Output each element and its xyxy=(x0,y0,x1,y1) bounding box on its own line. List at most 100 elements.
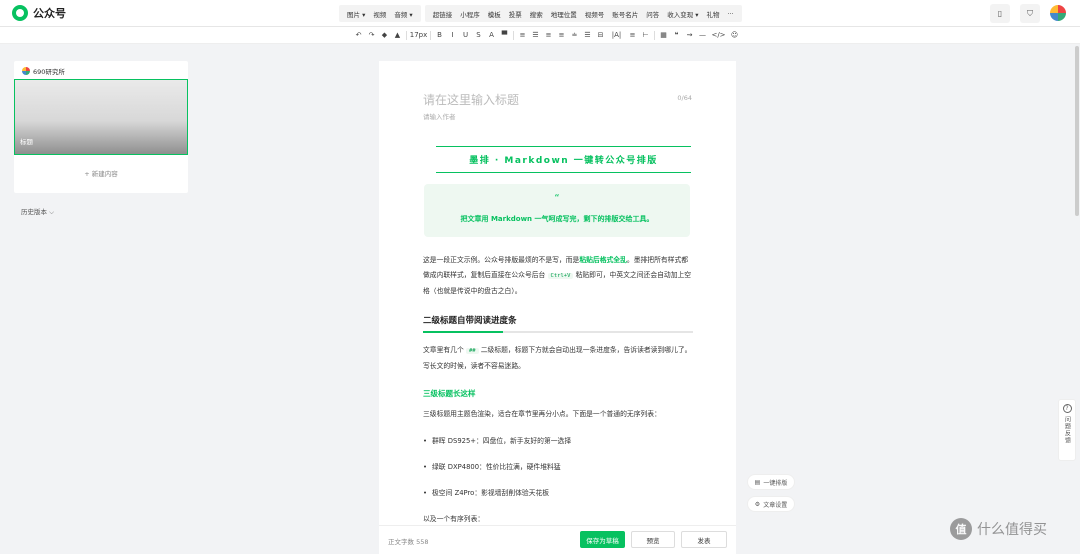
watermark-logo: 值 xyxy=(950,518,972,540)
format-toolbar: ↶ ↷ ◆ ▲ 17px B I U S A ▀ ≡ ☰ ≡ ≡ ≐ ☰ ⊟ |A| ≡ ⊢ ▦ ❝ ⇝ — </> ☺ xyxy=(0,27,1080,44)
word-count: 正文字数 558 xyxy=(388,538,429,546)
align-left-icon[interactable]: ≡ xyxy=(626,29,639,42)
menu-audio[interactable]: 音频 ▾ xyxy=(390,9,416,19)
feedback-button[interactable]: ? 问题反馈 xyxy=(1058,399,1076,461)
menu-account-card[interactable]: 账号名片 xyxy=(608,9,642,19)
title-input[interactable]: 请在这里输入标题 xyxy=(423,91,519,108)
quote-icon[interactable]: ❝ xyxy=(670,29,683,42)
menu-video[interactable]: 视频 xyxy=(369,9,390,19)
inline-code: ## xyxy=(465,348,479,354)
app-logo[interactable]: 公众号 xyxy=(12,5,66,21)
question-icon: ? xyxy=(1062,404,1072,413)
article-list-card: 690研究所 标题 + 新建内容 xyxy=(14,61,188,193)
editor-footer: 正文字数 558 保存为草稿 预览 发表 xyxy=(379,525,736,554)
settings-icon: ⚙ xyxy=(754,500,761,508)
redo-icon[interactable]: ↷ xyxy=(365,29,378,42)
format-tools: ↶ ↷ ◆ ▲ 17px B I U S A ▀ ≡ ☰ ≡ ≡ ≐ ☰ ⊟ |A| ≡ ⊢ ▦ ❝ ⇝ — </> ☺ xyxy=(352,29,741,42)
save-draft-button[interactable]: 保存为草稿 xyxy=(580,531,625,548)
menu-vote[interactable]: 投票 xyxy=(505,9,526,19)
page-scrollbar[interactable] xyxy=(1075,46,1079,216)
author-input[interactable]: 请输入作者 xyxy=(423,111,456,121)
preview-button[interactable]: 预览 xyxy=(631,531,675,548)
paragraph-h3: 三级标题用主题色渲染，适合在章节里再分小点。下面是一个普通的无序列表： xyxy=(423,410,661,418)
banner-heading: 墨排 · Markdown 一键转公众号排版 xyxy=(436,146,691,173)
background-color-icon[interactable]: ▀ xyxy=(498,29,511,42)
outdent-icon[interactable]: ⊢ xyxy=(639,29,652,42)
undo-icon[interactable]: ↶ xyxy=(352,29,365,42)
history-version-button[interactable]: 历史版本 ⌵ xyxy=(21,206,54,217)
title-char-count: 0/64 xyxy=(677,94,692,102)
media-menu-group: 图片 ▾ 视频 音频 ▾ xyxy=(339,5,421,22)
top-bar: 公众号 图片 ▾ 视频 音频 ▾ 超链接 小程序 模板 投票 搜索 地理位置 视… xyxy=(0,0,1080,27)
quote-icon: “ xyxy=(554,193,560,204)
format-painter-icon[interactable]: ▲ xyxy=(391,29,404,42)
line-height-icon[interactable]: ≡ xyxy=(555,29,568,42)
format-icon: ▤ xyxy=(754,478,761,486)
link-icon[interactable]: ⇝ xyxy=(683,29,696,42)
top-right-actions: ▯ ⛉ xyxy=(990,4,1066,23)
inline-code: Ctrl+V xyxy=(547,273,574,279)
align-icon[interactable]: ≡ xyxy=(516,29,529,42)
paragraph-intro: 这是一段正文示例。公众号排版最烦的不是写，而是粘贴后格式全乱。墨排把所有样式都做… xyxy=(423,256,692,295)
toolbar-divider xyxy=(654,31,655,40)
indent-icon[interactable]: ≡ xyxy=(542,29,555,42)
menu-link[interactable]: 超链接 xyxy=(429,9,457,19)
letter-spacing-icon[interactable]: ☰ xyxy=(581,29,594,42)
text-width-icon[interactable]: |A| xyxy=(607,29,626,42)
menu-template[interactable]: 模板 xyxy=(484,9,505,19)
strikethrough-icon[interactable]: S xyxy=(472,29,485,42)
menu-gift[interactable]: 礼物 xyxy=(703,9,724,19)
article-thumbnail[interactable]: 标题 xyxy=(14,79,188,155)
blockquote: “ 把文章用 Markdown 一气呵成写完，剩下的排版交给工具。 xyxy=(424,184,690,237)
heading-h2: 二级标题自带阅读进度条 xyxy=(423,316,517,326)
list-item: 极空间 Z4Pro：影视墙刮削体验天花板 xyxy=(423,487,549,497)
toolbar-divider xyxy=(430,31,431,40)
bold-icon[interactable]: B xyxy=(433,29,446,42)
one-click-format-button[interactable]: ▤ 一键排版 xyxy=(747,474,795,490)
border-icon[interactable]: ⊟ xyxy=(594,29,607,42)
thumbnail-title: 标题 xyxy=(20,138,33,146)
shield-icon[interactable]: ⛉ xyxy=(1020,4,1040,23)
watermark: 值 什么值得买 xyxy=(950,518,1047,540)
italic-icon[interactable]: I xyxy=(446,29,459,42)
list-item: 群晖 DS925+：四盘位，新手友好的第一选择 xyxy=(423,435,571,445)
menu-image[interactable]: 图片 ▾ xyxy=(343,9,369,19)
account-header: 690研究所 xyxy=(22,66,65,76)
list-icon[interactable]: ☰ xyxy=(529,29,542,42)
menu-monetize[interactable]: 收入变现 ▾ xyxy=(663,9,702,19)
insert-menu: 图片 ▾ 视频 音频 ▾ 超链接 小程序 模板 投票 搜索 地理位置 视频号 账… xyxy=(339,5,742,22)
account-name: 690研究所 xyxy=(33,68,65,76)
menu-qa[interactable]: 问答 xyxy=(642,9,663,19)
app-title: 公众号 xyxy=(33,7,66,20)
quote-text: 把文章用 Markdown 一气呵成写完，剩下的排版交给工具。 xyxy=(460,215,654,223)
code-icon[interactable]: </> xyxy=(709,29,728,42)
watermark-text: 什么值得买 xyxy=(977,522,1047,538)
underline-icon[interactable]: U xyxy=(459,29,472,42)
user-avatar[interactable] xyxy=(1050,5,1066,21)
menu-miniprogram[interactable]: 小程序 xyxy=(456,9,484,19)
menu-more[interactable]: ··· xyxy=(724,10,738,18)
logo-icon xyxy=(12,5,28,21)
new-content-button[interactable]: + 新建内容 xyxy=(14,168,188,178)
publish-button[interactable]: 发表 xyxy=(681,531,727,548)
toolbar-divider xyxy=(406,31,407,40)
account-avatar xyxy=(22,67,30,75)
menu-location[interactable]: 地理位置 xyxy=(547,9,581,19)
clear-format-icon[interactable]: ◆ xyxy=(378,29,391,42)
article-settings-button[interactable]: ⚙ 文章设置 xyxy=(747,496,795,512)
ordered-list-intro: 以及一个有序列表： xyxy=(423,515,485,523)
reading-progress-bar xyxy=(423,331,693,333)
menu-search[interactable]: 搜索 xyxy=(526,9,547,19)
font-color-icon[interactable]: A xyxy=(485,29,498,42)
list-item: 绿联 DXP4800：性价比拉满，硬件堆料猛 xyxy=(423,461,561,471)
divider-icon[interactable]: — xyxy=(696,29,709,42)
font-size-icon[interactable]: 17px xyxy=(409,29,428,42)
heading-h3: 三级标题长这样 xyxy=(423,389,476,398)
emoji-icon[interactable]: ☺ xyxy=(728,29,741,42)
mobile-preview-icon[interactable]: ▯ xyxy=(990,4,1010,23)
insert-menu-group: 超链接 小程序 模板 投票 搜索 地理位置 视频号 账号名片 问答 收入变现 ▾… xyxy=(424,5,742,22)
table-icon[interactable]: ▦ xyxy=(657,29,670,42)
menu-channels[interactable]: 视频号 xyxy=(581,9,609,19)
editor-canvas[interactable]: 请在这里输入标题 0/64 请输入作者 墨排 · Markdown 一键转公众号… xyxy=(379,61,736,554)
spacing-icon[interactable]: ≐ xyxy=(568,29,581,42)
